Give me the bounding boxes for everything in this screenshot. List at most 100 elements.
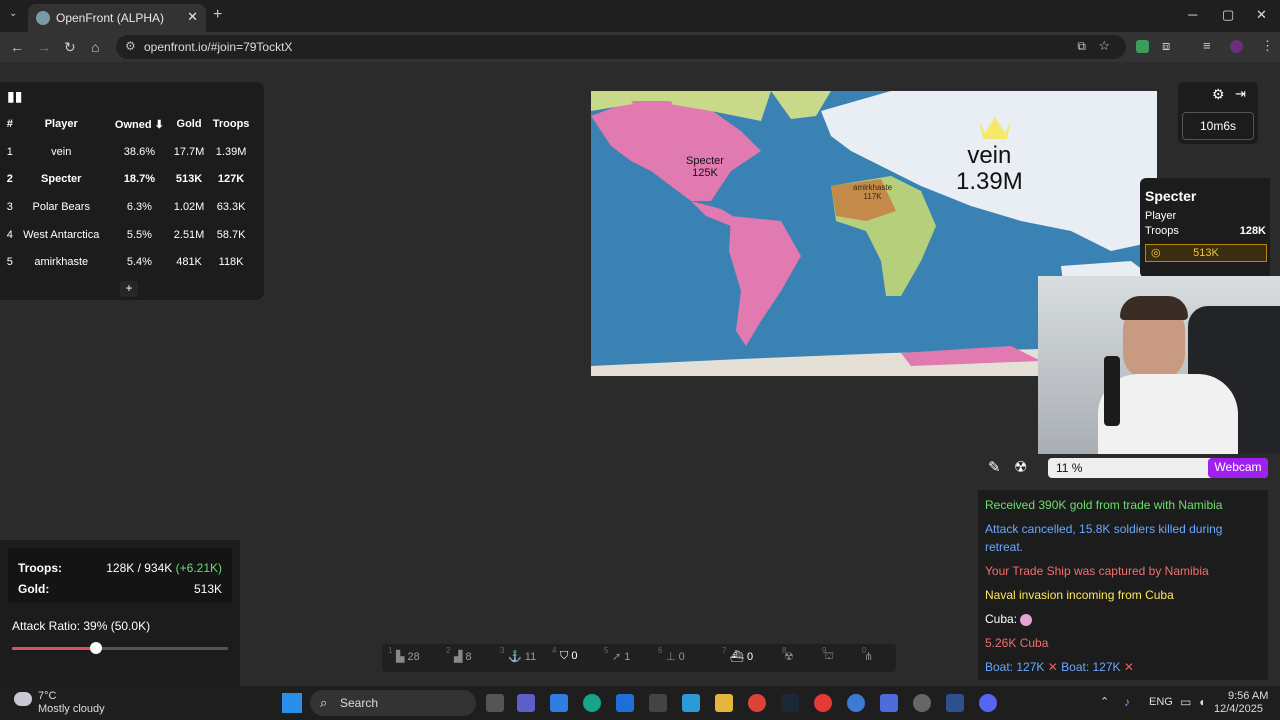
browser-tab[interactable]: OpenFront (ALPHA) ✕ [28, 4, 206, 32]
owned-cell: 6.3% [126, 200, 152, 213]
expand-leaderboard-button[interactable]: + [120, 281, 138, 297]
player-name: Specter [1145, 188, 1197, 204]
build-mirv[interactable]: 0 ⋔ [862, 646, 873, 663]
close-window-button[interactable]: ✕ [1256, 7, 1267, 23]
exit-game-icon[interactable]: ⇥ [1235, 86, 1246, 102]
obs-icon[interactable] [913, 694, 931, 712]
favicon-icon [36, 11, 50, 25]
clock-time[interactable]: 9:56 AM [1228, 690, 1268, 702]
build-factory[interactable]: 2 ▟ 8 [446, 646, 472, 663]
pencil-icon[interactable]: ✎ [988, 458, 1001, 476]
bookmark-star-icon[interactable]: ☆ [1098, 38, 1110, 54]
build-atom-bomb[interactable]: 8 ☢ [782, 646, 794, 663]
game-canvas[interactable]: ▮▮ # Player Owned ⬇ Gold Troops 1 vein 3… [0, 62, 1280, 686]
player-cell: Polar Bears [32, 200, 90, 213]
port-icon: ⚓ [508, 651, 522, 663]
leaderboard-toggle-icon[interactable]: ▮▮ [7, 88, 22, 105]
teams-icon[interactable] [517, 694, 535, 712]
leaderboard-row[interactable]: 3 Polar Bears 6.3% 1.02M 63.3K [6, 193, 254, 221]
shield-extension-icon[interactable] [1136, 40, 1149, 53]
minimize-button[interactable]: ─ [1188, 7, 1197, 22]
leaderboard-row[interactable]: 4 West Antarctica 5.5% 2.51M 58.7K [6, 221, 254, 249]
resource-box: Troops: 128K / 934K (+6.21K) Gold: 513K [8, 548, 232, 603]
leaderboard-row[interactable]: 5 amirkhaste 5.4% 481K 118K [6, 248, 254, 276]
settings-gear-icon[interactable]: ⚙ [1212, 86, 1225, 103]
steam-icon[interactable] [781, 694, 799, 712]
install-icon[interactable]: ⧉ [1077, 39, 1086, 54]
build-warship[interactable]: 7 ⛴ 0 [722, 646, 753, 663]
app-blue-icon[interactable] [847, 694, 865, 712]
webcam-bar: 11 % Webcam [1048, 458, 1268, 478]
owned-cell: 5.5% [126, 228, 152, 241]
close-tab-icon[interactable]: ✕ [187, 9, 198, 25]
attack-ratio-slider[interactable] [12, 642, 228, 654]
microphone-shape [1104, 356, 1120, 426]
clock-date[interactable]: 12/4/2025 [1214, 703, 1263, 715]
leaderboard-row[interactable]: 1 vein 38.6% 17.7M 1.39M [6, 138, 254, 166]
address-bar-row: ← → ↻ ⌂ ⚙ openfront.io/#join=79TocktX ⧉ … [0, 32, 1280, 62]
warship-icon: ⛴ [730, 651, 744, 663]
menu-icon[interactable]: ⋮ [1261, 38, 1274, 54]
start-windows-icon[interactable] [282, 693, 302, 713]
nuke-icon[interactable]: ☢ [1014, 458, 1027, 476]
edge-icon[interactable] [583, 694, 601, 712]
tray-chevron-icon[interactable]: ⌃ [1100, 695, 1109, 708]
defense-icon: ⛉ [560, 650, 569, 662]
reload-icon[interactable]: ↻ [64, 39, 76, 56]
gold-cell: 1.02M [173, 200, 205, 213]
header-owned[interactable]: Owned ⬇ [109, 110, 170, 138]
back-icon[interactable]: ← [10, 39, 24, 55]
taskbar-search[interactable]: ⌕ Search [310, 690, 476, 716]
copilot-icon[interactable] [550, 694, 568, 712]
emoji-icon [1020, 613, 1033, 626]
build-missile-silo[interactable]: 5 ➚ 1 [604, 646, 630, 663]
new-tab-button[interactable]: + [213, 6, 222, 24]
slider-knob[interactable] [90, 642, 103, 654]
task-view-icon[interactable] [486, 694, 504, 712]
tab-search-icon[interactable]: ⌄ [9, 8, 17, 19]
build-hydrogen-bomb[interactable]: 9 ⛫ [822, 646, 834, 664]
cancel-boat-icon[interactable]: ✕ [1124, 660, 1134, 674]
app-dark-icon[interactable] [946, 694, 964, 712]
header-troops[interactable]: Troops [208, 110, 254, 138]
person-hair [1120, 296, 1188, 320]
mic-icon[interactable]: ♪ [1124, 695, 1130, 709]
map-label-amirkhaste: amirkhaste 117K [853, 183, 893, 201]
player-cell: vein [51, 145, 72, 158]
profile-avatar[interactable] [1230, 40, 1243, 53]
store-icon[interactable] [616, 694, 634, 712]
language-indicator[interactable]: ENG [1149, 696, 1173, 708]
forward-icon[interactable]: → [37, 39, 51, 55]
event-message: Your Trade Ship was captured by Namibia [985, 564, 1209, 578]
url-field[interactable]: ⚙ openfront.io/#join=79TocktX ⧉ ☆ [116, 35, 1126, 59]
discord-icon[interactable] [979, 694, 997, 712]
build-port[interactable]: 3 ⚓ 11 [500, 646, 536, 663]
build-city[interactable]: 1 ▙ 28 [388, 646, 420, 663]
home-icon[interactable]: ⌂ [91, 39, 99, 55]
site-info-icon[interactable]: ⚙ [125, 39, 136, 53]
leaderboard-row-self[interactable]: 2 Specter 18.7% 513K 127K [6, 166, 254, 194]
media-icon[interactable]: ≡ [1203, 38, 1211, 53]
maximize-button[interactable]: ▢ [1222, 7, 1234, 23]
build-defense[interactable]: 4 ⛉ 0 [552, 646, 577, 663]
file-explorer-icon[interactable] [715, 694, 733, 712]
chrome-icon[interactable] [748, 694, 766, 712]
event-message: Attack cancelled, 15.8K soldiers killed … [985, 522, 1223, 536]
extensions-icon[interactable]: ⧈ [1162, 38, 1170, 54]
url-text: openfront.io/#join=79TocktX [144, 40, 293, 54]
volume-icon[interactable]: ◖ [1198, 695, 1205, 709]
player-cell: amirkhaste [34, 256, 89, 269]
gold-coin-icon: ◎ [1151, 247, 1161, 259]
troops-cell: 1.39M [215, 145, 247, 158]
app-diamond-icon[interactable] [880, 694, 898, 712]
photos-icon[interactable] [682, 694, 700, 712]
network-icon[interactable]: ▭ [1180, 695, 1191, 709]
gold-cell: 481K [176, 256, 202, 269]
header-gold[interactable]: Gold [170, 110, 208, 138]
app-red-icon[interactable] [814, 694, 832, 712]
build-sam[interactable]: 6 ⊥ 0 [658, 646, 685, 663]
app-icon[interactable] [649, 694, 667, 712]
gold-cell: 513K [175, 173, 203, 186]
events-panel: Received 390K gold from trade with Namib… [978, 490, 1268, 680]
cancel-boat-icon[interactable]: ✕ [1048, 660, 1058, 674]
